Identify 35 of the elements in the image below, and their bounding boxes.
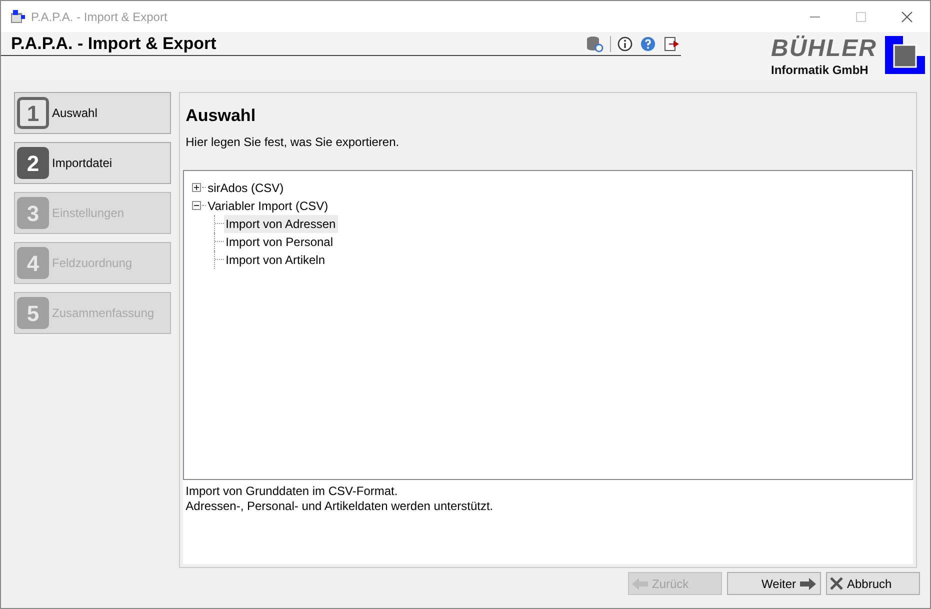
exit-icon[interactable] [663,36,679,52]
tree-item[interactable]: Variabler Import (CSV) [206,196,330,214]
page-title: Auswahl [186,105,257,127]
step-button[interactable]: 1 Auswahl [14,92,171,134]
page-subtitle: Hier legen Sie fest, was Sie exportieren. [186,134,400,150]
step-number: 2 [17,147,49,179]
step-label: Auswahl [52,105,98,122]
header-title: P.A.P.A. - Import & Export [11,32,216,55]
logo-name: BÜHLER [771,36,877,62]
info-icon[interactable] [617,36,633,52]
logo-subtitle: Informatik GmbH [771,63,870,77]
window-title: P.A.P.A. - Import & Export [31,8,168,26]
step-number: 4 [17,247,49,279]
tree-item[interactable]: Import von Adressen [224,214,338,232]
description-text: Adressen-, Personal- und Artikeldaten werden unterstützt. [186,498,494,514]
next-button[interactable]: Weiter [727,572,821,595]
tree-item[interactable]: Import von Artikeln [224,250,328,268]
step-number: 1 [17,97,49,129]
arrow-left-icon [632,578,648,590]
arrow-right-icon [800,578,816,590]
expand-icon[interactable] [192,183,201,192]
help-icon[interactable] [640,36,656,52]
step-button[interactable]: 2 Importdatei [14,142,171,184]
step-label: Importdatei [52,155,112,172]
step-number: 3 [17,197,49,229]
description-text: Import von Grunddaten im CSV-Format. [186,484,399,498]
step-number: 5 [17,297,49,329]
database-icon[interactable] [586,34,604,52]
tree-item[interactable]: sirAdos (CSV) [206,178,285,196]
collapse-icon[interactable] [192,201,201,210]
cancel-button[interactable]: Abbruch [826,572,920,595]
app-icon [10,8,26,24]
close-icon [830,577,843,590]
tree-item[interactable]: Import von Personal [224,232,336,250]
logo-icon [885,36,927,76]
